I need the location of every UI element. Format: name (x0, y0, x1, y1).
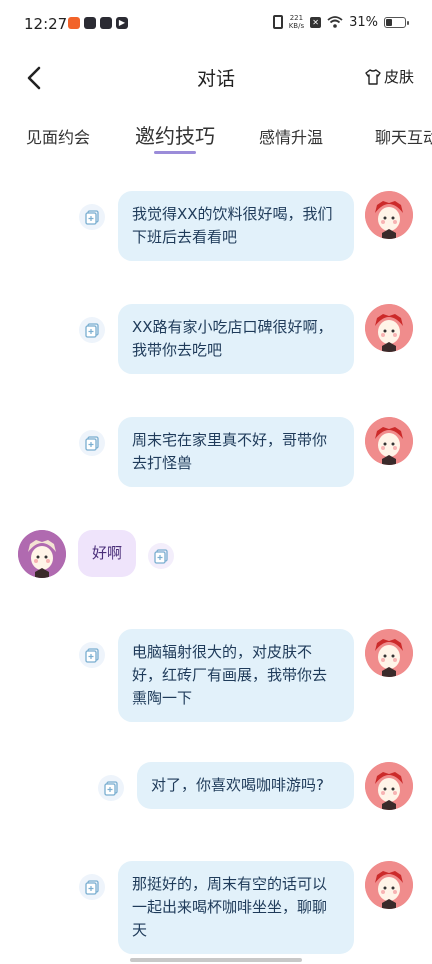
tshirt-icon (365, 68, 381, 85)
user-avatar[interactable] (365, 861, 413, 909)
tab-relationship[interactable]: 感情升温 (259, 124, 323, 148)
user-avatar[interactable] (365, 191, 413, 239)
header: 对话 皮肤 (0, 52, 432, 102)
message-bubble[interactable]: 电脑辐射很大的，对皮肤不好，红砖厂有画展，我带你去熏陶一下 (118, 629, 354, 722)
notification-icons: ▶ (68, 17, 128, 29)
sim-off-icon: ✕ (310, 16, 322, 28)
copy-icon[interactable] (79, 204, 105, 230)
copy-icon[interactable] (79, 642, 105, 668)
user-avatar[interactable] (365, 417, 413, 465)
home-indicator (130, 958, 302, 962)
message-bubble[interactable]: 对了，你喜欢喝咖啡游吗? (137, 762, 354, 809)
copy-icon[interactable] (98, 775, 124, 801)
network-speed: 221 KB/s (288, 14, 305, 30)
user-avatar[interactable] (365, 762, 413, 810)
mail-notification-icon (84, 17, 96, 29)
copy-icon[interactable] (79, 317, 105, 343)
copy-icon[interactable] (148, 543, 174, 569)
skin-button[interactable]: 皮肤 (364, 66, 414, 87)
message-bubble[interactable]: 那挺好的，周末有空的话可以一起出来喝杯咖啡坐坐，聊聊天 (118, 861, 354, 954)
message-bubble[interactable]: XX路有家小吃店口碑很好啊，我带你去吃吧 (118, 304, 354, 374)
copy-icon[interactable] (79, 874, 105, 900)
app-notification-icon (68, 17, 80, 29)
active-tab-underline (154, 151, 196, 154)
battery-icon (384, 16, 409, 28)
play-notification-icon: ▶ (116, 17, 128, 29)
skin-label: 皮肤 (383, 68, 414, 86)
category-tabs: 见面约会 邀约技巧 感情升温 聊天互动 (0, 118, 432, 158)
message-bubble[interactable]: 我觉得XX的饮料很好喝，我们下班后去看看吧 (118, 191, 354, 261)
status-bar: 12:27 ▶ 221 KB/s ✕ 31% (0, 0, 432, 52)
message-bubble[interactable]: 好啊 (78, 530, 136, 577)
user-avatar[interactable] (365, 304, 413, 352)
contact-avatar[interactable] (18, 530, 66, 578)
user-avatar[interactable] (365, 629, 413, 677)
vibrate-icon (272, 15, 283, 29)
message-bubble[interactable]: 周末宅在家里真不好，哥带你去打怪兽 (118, 417, 354, 487)
status-right: 221 KB/s ✕ 31% (272, 14, 409, 30)
copy-icon[interactable] (79, 430, 105, 456)
tab-invitation-tips[interactable]: 邀约技巧 (135, 120, 215, 149)
battery-percent: 31% (349, 14, 378, 30)
wifi-icon (327, 16, 343, 28)
tab-meeting[interactable]: 见面约会 (26, 124, 90, 148)
message-notification-icon (100, 17, 112, 29)
status-time: 12:27 (24, 15, 68, 33)
tab-chat-interaction[interactable]: 聊天互动 (375, 124, 432, 148)
